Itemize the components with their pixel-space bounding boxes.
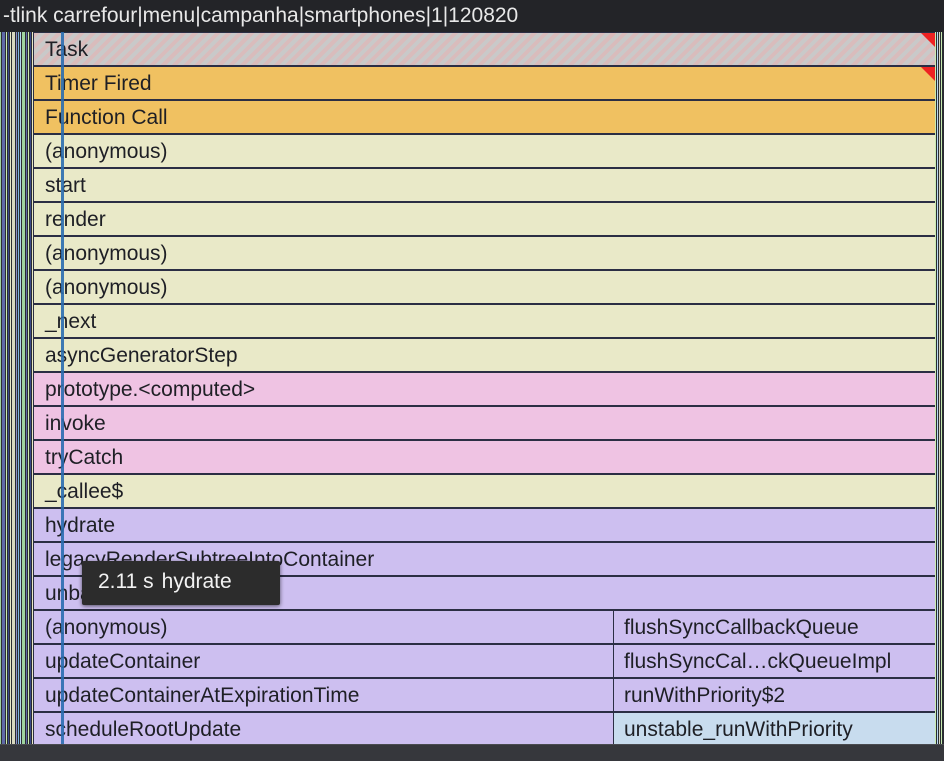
flame-row[interactable]: (anonymous) [33,270,935,304]
title-text: -tlink carrefour|menu|campanha|smartphon… [3,4,519,27]
flame-row-label: _next [45,310,97,333]
horizontal-scrollbar[interactable] [0,744,944,761]
flame-strip [26,32,27,744]
flame-strip [2,32,5,744]
flame-row[interactable]: invoke [33,406,935,440]
flame-row[interactable]: tryCatch [33,440,935,474]
flame-strip [18,32,19,744]
flame-row-label: asyncGeneratorStep [45,344,238,367]
flame-row-label: tryCatch [45,446,124,469]
flame-strip [935,32,936,744]
flame-strip [28,32,29,744]
flame-row-label: updateContainerAtExpirationTime [45,684,360,707]
flame-strip [937,32,938,744]
flame-side-label: runWithPriority$2 [624,684,786,707]
flame-strip [10,32,11,744]
flame-strip [0,32,1,744]
flame-side-label: flushSyncCallbackQueue [624,616,859,639]
flame-strip [939,32,940,744]
warning-marker-icon [921,67,935,81]
flame-side-block[interactable]: flushSyncCal…ckQueueImpl [613,644,935,678]
flame-row[interactable]: (anonymous) [33,236,935,270]
flame-row[interactable]: Timer Fired [33,66,935,100]
flame-row-label: _callee$ [45,480,124,503]
flame-row-label: prototype.<computed> [45,378,256,401]
flame-row[interactable]: render [33,202,935,236]
tooltip-name: hydrate [161,570,232,593]
flame-row[interactable]: asyncGeneratorStep [33,338,935,372]
flame-row-label: Task [45,38,89,61]
right-edge-strips [935,32,944,744]
flame-row[interactable]: start [33,168,935,202]
flame-strip [16,32,17,744]
flame-side-block[interactable]: runWithPriority$2 [613,678,935,712]
flame-row[interactable]: _next [33,304,935,338]
flame-row-label: start [45,174,86,197]
flame-row-label: updateContainer [45,650,201,673]
flame-strip [6,32,7,744]
flame-strip [22,32,25,744]
warning-marker-icon [921,33,935,47]
flame-strip [941,32,942,744]
time-cursor-line [61,32,64,744]
tooltip-duration: 2.11 s [98,570,154,593]
flame-strip [30,32,31,744]
flame-row-label: hydrate [45,514,116,537]
flame-side-block[interactable]: unstable_runWithPriority [613,712,935,744]
flame-strip [12,32,15,744]
flame-side-label: unstable_runWithPriority [624,718,853,741]
flame-row[interactable]: Task [33,32,935,66]
flame-row[interactable]: hydrate [33,508,935,542]
flame-strip [8,32,9,744]
flame-row-label: invoke [45,412,106,435]
flame-row-label: scheduleRootUpdate [45,718,242,741]
flame-row[interactable]: Function Call [33,100,935,134]
flame-chart[interactable]: Task Timer Fired Function Call (anonymous) s… [0,32,944,744]
flame-row[interactable]: (anonymous) [33,134,935,168]
flame-row-label: render [45,208,106,231]
flame-side-label: flushSyncCal…ckQueueImpl [624,650,892,673]
flame-row[interactable]: _callee$ [33,474,935,508]
flame-chart-title: -tlink carrefour|menu|campanha|smartphon… [0,0,944,32]
flame-row[interactable]: prototype.<computed> [33,372,935,406]
flame-side-block[interactable]: flushSyncCallbackQueue [613,610,935,644]
flame-tooltip: 2.11 s hydrate [82,561,280,605]
flame-strip [20,32,21,744]
